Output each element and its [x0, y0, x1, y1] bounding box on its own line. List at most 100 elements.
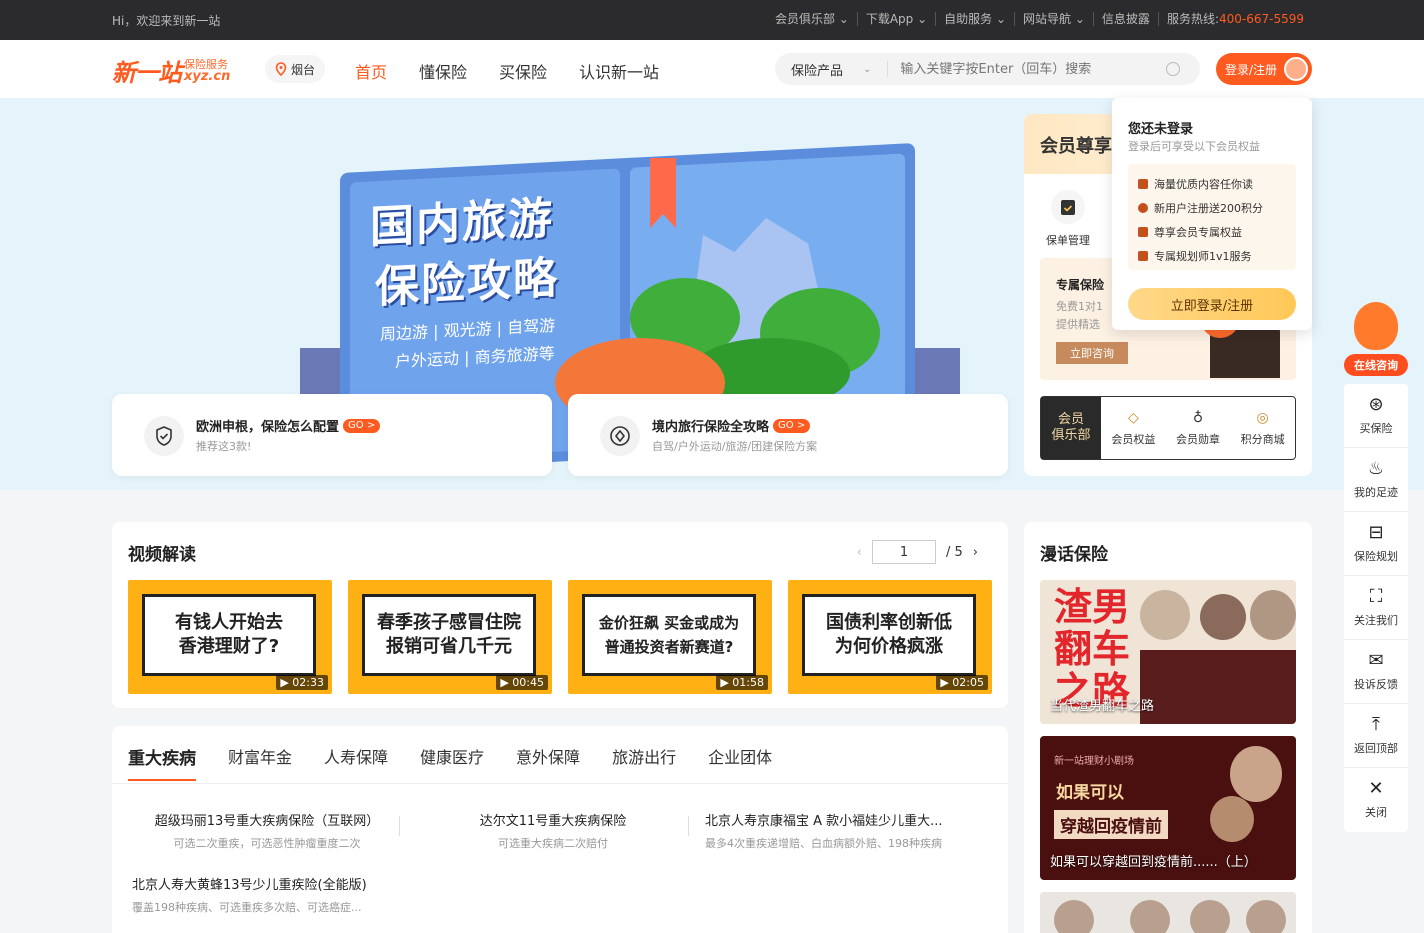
tab-enterprise[interactable]: 企业团体: [708, 744, 772, 769]
shield-icon: [144, 416, 184, 456]
coin-icon: [1138, 203, 1148, 213]
sidebar-item-close[interactable]: ✕ 关闭: [1344, 768, 1408, 832]
mail-icon: ✉: [1368, 649, 1384, 671]
list-item: 海量优质内容任你读: [1138, 172, 1286, 196]
go-badge: GO >: [773, 418, 811, 433]
popup-login-button[interactable]: 立即登录/注册: [1128, 288, 1296, 320]
city-selector[interactable]: 烟台: [265, 55, 326, 83]
book-icon: [1138, 179, 1148, 189]
consult-now-button[interactable]: 立即咨询: [1056, 342, 1128, 364]
nav-home[interactable]: 首页: [355, 59, 387, 83]
greeting-text: Hi，欢迎来到新一站: [112, 14, 221, 28]
hotline-number: 400-667-5599: [1218, 12, 1304, 26]
promo-card-schengen[interactable]: 欧洲申根，保险怎么配置 GO > 推荐这3款!: [112, 394, 552, 476]
page-total: / 5: [946, 544, 963, 560]
nav-about[interactable]: 认识新一站: [579, 59, 659, 83]
location-pin-icon: [275, 62, 287, 76]
sidebar-item-top[interactable]: ⤒ 返回顶部: [1344, 704, 1408, 768]
duration-badge: ▶ 00:45: [496, 675, 548, 690]
banner-title-2: 保险攻略: [375, 252, 559, 314]
sidebar-item-buy[interactable]: ⊛ 买保险: [1344, 384, 1408, 448]
sidebar-item-footprint[interactable]: ♨ 我的足迹: [1344, 448, 1408, 512]
compass-icon: [600, 416, 640, 456]
search-input[interactable]: [900, 61, 1166, 77]
comic-section: 漫话保险 渣男翻车之路 当代渣男翻车之路 新一站理财小剧场 如果可以 穿越回疫情…: [1024, 522, 1312, 933]
scan-icon: ⛶: [1369, 585, 1383, 607]
next-arrow-icon[interactable]: ›: [973, 545, 978, 560]
product-item[interactable]: 达尔文11号重大疾病保险 可选重大疾病二次赔付: [417, 810, 689, 851]
link-self-service[interactable]: 自助服务 ⌄: [935, 12, 1014, 26]
club-benefits[interactable]: ◇ 会员权益: [1111, 410, 1155, 447]
avatar: [1284, 57, 1308, 81]
duration-badge: ▶ 01:58: [716, 675, 768, 690]
sidebar-item-feedback[interactable]: ✉ 投诉反馈: [1344, 640, 1408, 704]
promo-title: 境内旅行保险全攻略: [652, 420, 770, 435]
section-title: 漫话保险: [1040, 545, 1108, 565]
product-section: 重大疾病 财富年金 人寿保障 健康医疗 意外保障 旅游出行 企业团体 超级玛丽1…: [112, 726, 1008, 933]
popup-subtitle: 登录后可享受以下会员权益: [1128, 140, 1260, 153]
top-bar: Hi，欢迎来到新一站 会员俱乐部 ⌄ 下载App ⌄ 自助服务 ⌄ 网站导航 ⌄…: [0, 0, 1424, 40]
video-card[interactable]: 国债利率创新低 为何价格疯涨 ▶ 02:05: [788, 580, 992, 694]
tab-critical-illness[interactable]: 重大疾病: [128, 744, 196, 781]
tab-travel[interactable]: 旅游出行: [612, 744, 676, 769]
tab-annuity[interactable]: 财富年金: [228, 744, 292, 769]
comic-card[interactable]: [1040, 892, 1296, 933]
city-name: 烟台: [291, 62, 316, 77]
nav-buy[interactable]: 买保险: [499, 59, 547, 83]
prev-arrow-icon[interactable]: ‹: [857, 545, 862, 560]
go-badge: GO >: [343, 418, 381, 433]
link-download-app[interactable]: 下载App ⌄: [856, 12, 935, 26]
video-card[interactable]: 有钱人开始去 香港理财了? ▶ 02:33: [128, 580, 332, 694]
page-input[interactable]: 1: [872, 540, 936, 564]
comic-card[interactable]: 渣男翻车之路 当代渣男翻车之路: [1040, 580, 1296, 724]
sidebar-item-planning[interactable]: ⊟ 保险规划: [1344, 512, 1408, 576]
login-popup: 您还未登录 登录后可享受以下会员权益 海量优质内容任你读 新用户注册送200积分…: [1112, 98, 1312, 330]
video-card[interactable]: 春季孩子感冒住院 报销可省几千元 ▶ 00:45: [348, 580, 552, 694]
promo-sub: 自驾/户外运动/旅游/团建保险方案: [652, 440, 818, 453]
policy-management[interactable]: 保单管理: [1046, 190, 1090, 248]
top-links: 会员俱乐部 ⌄ 下载App ⌄ 自助服务 ⌄ 网站导航 ⌄ 信息披露 服务热线:…: [767, 12, 1312, 26]
open-book-icon: ⊟: [1368, 521, 1384, 543]
close-icon: ✕: [1368, 778, 1384, 799]
comic-caption: 当代渣男翻车之路: [1050, 699, 1155, 714]
link-member-club[interactable]: 会员俱乐部 ⌄: [767, 12, 857, 26]
login-register-button[interactable]: 登录/注册: [1216, 53, 1312, 85]
comic-card[interactable]: 新一站理财小剧场 如果可以 穿越回疫情前 如果可以穿越回到疫情前......（上…: [1040, 736, 1296, 880]
logo-domain: xyz.cn: [184, 68, 231, 84]
footprint-icon: ♨: [1367, 457, 1385, 479]
product-item[interactable]: 超级玛丽13号重大疾病保险（互联网） 可选二次重疾，可选恶性肿瘤重度二次: [136, 810, 398, 851]
club-logo: 会员 俱乐部: [1041, 397, 1101, 459]
video-card[interactable]: 金价狂飙 买金或成为 普通投资者新赛道? ▶ 01:58: [568, 580, 772, 694]
club-medals[interactable]: ♁ 会员勋章: [1176, 410, 1220, 447]
link-site-nav[interactable]: 网站导航 ⌄: [1014, 12, 1093, 26]
sidebar-item-follow[interactable]: ⛶ 关注我们: [1344, 576, 1408, 640]
tab-accident[interactable]: 意外保障: [516, 744, 580, 769]
member-club-bar: 会员 俱乐部 ◇ 会员权益 ♁ 会员勋章 ◎ 积分商城: [1040, 396, 1296, 460]
product-item[interactable]: 北京人寿大黄蜂13号少儿重疾险(全能版) 覆盖198种疾病、可选重疾多次赔、可选癌…: [132, 874, 394, 915]
promo-card-travel[interactable]: 境内旅行保险全攻略 GO > 自驾/户外运动/旅游/团建保险方案: [568, 394, 1008, 476]
search-icon[interactable]: [1166, 62, 1180, 76]
search-category-select[interactable]: 保险产品 ⌄: [775, 61, 889, 79]
pager: ‹ 1 / 5 ›: [857, 540, 978, 564]
club-points-mall[interactable]: ◎ 积分商城: [1241, 410, 1285, 447]
promo-title: 欧洲申根，保险怎么配置: [196, 420, 340, 435]
product-item[interactable]: 北京人寿京康福宝 A 款小福娃少儿重大... 最多4次重疾递增赔、白血病额外赔、1…: [705, 810, 975, 851]
section-title: 视频解读: [128, 545, 196, 565]
header: 新一站 保险服务 xyz.cn 烟台 首页 懂保险 买保险 认识新一站 保险产品 ⌄…: [0, 40, 1424, 98]
online-consult[interactable]: 在线咨询: [1344, 296, 1408, 378]
duration-badge: ▶ 02:33: [276, 675, 328, 690]
logo-main: 新一站: [112, 59, 182, 87]
video-section: 视频解读 ‹ 1 / 5 › 有钱人开始去 香港理财了? ▶ 02:33 春季孩子感…: [112, 522, 1008, 708]
right-sidebar: ⊛ 买保险 ♨ 我的足迹 ⊟ 保险规划 ⛶ 关注我们 ✉ 投诉反馈 ⤒ 返回顶部 ✕ 关闭: [1344, 384, 1408, 832]
comic-caption: 如果可以穿越回到疫情前......（上）: [1050, 855, 1257, 870]
tab-medical[interactable]: 健康医疗: [420, 744, 484, 769]
logo[interactable]: 新一站 保险服务 xyz.cn: [112, 53, 230, 88]
nav-learn[interactable]: 懂保险: [419, 59, 467, 83]
list-item: 尊享会员专属权益: [1138, 220, 1286, 244]
link-disclosure[interactable]: 信息披露: [1092, 12, 1158, 26]
tab-life[interactable]: 人寿保障: [324, 744, 388, 769]
search-bar: 保险产品 ⌄: [775, 53, 1200, 85]
popup-title: 您还未登录: [1128, 122, 1194, 137]
clipboard-icon: [1051, 190, 1085, 224]
duration-badge: ▶ 02:05: [936, 675, 988, 690]
